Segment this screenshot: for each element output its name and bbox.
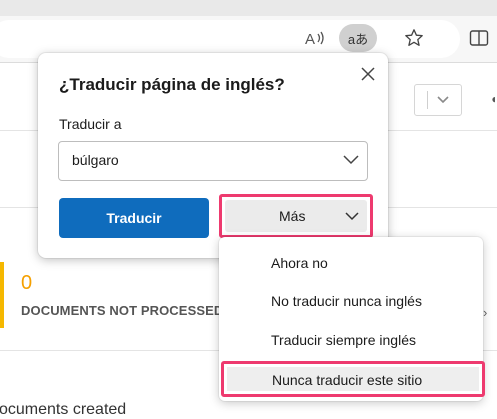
dropdown-separator (427, 91, 428, 109)
translate-icon[interactable]: aあ (339, 24, 377, 52)
menu-item-not-now[interactable]: Ahora no (271, 255, 328, 271)
more-button-label: Más (279, 208, 306, 224)
documents-count-label: DOCUMENTS NOT PROCESSED (21, 303, 224, 318)
documents-count: 0 (21, 272, 33, 294)
chevron-down-icon (345, 212, 359, 221)
selected-language: búlgaro (72, 152, 119, 168)
menu-item-highlight: Nunca traducir este sitio (221, 361, 485, 397)
translate-popup: ¿Traducir página de inglés? Traducir a b… (38, 53, 388, 258)
more-menu: Ahora no No traducir nunca inglés Traduc… (219, 237, 485, 401)
menu-item-never-translate-site[interactable]: Nunca traducir este sitio (227, 367, 479, 391)
svg-text:A: A (305, 31, 315, 47)
more-button[interactable]: Más (225, 200, 367, 232)
title-bar (0, 0, 497, 16)
translate-icon-text: aあ (347, 31, 369, 47)
page-edge-icon: ◖ (490, 92, 497, 106)
split-screen-icon[interactable] (466, 24, 492, 52)
star-icon[interactable] (400, 24, 428, 52)
menu-item-always-translate-language[interactable]: Traducir siempre inglés (271, 332, 416, 348)
menu-item-never-translate-language[interactable]: No traducir nunca inglés (271, 293, 422, 309)
menu-item-label: Nunca traducir este sitio (272, 372, 423, 388)
card-accent-bar (0, 262, 4, 328)
popup-title: ¿Traducir página de inglés? (59, 75, 285, 94)
section-heading: ocuments created (0, 401, 127, 418)
chevron-down-icon (343, 155, 359, 165)
chevron-down-icon (437, 96, 449, 104)
language-select[interactable]: búlgaro (58, 141, 368, 181)
translate-button[interactable]: Traducir (59, 198, 209, 238)
read-aloud-icon[interactable]: A (302, 24, 328, 52)
page-dropdown[interactable] (414, 84, 462, 116)
translate-to-label: Traducir a (59, 116, 122, 132)
close-icon[interactable] (357, 63, 379, 85)
more-button-highlight: Más (219, 194, 373, 238)
page-edge-icon: › (483, 305, 488, 320)
